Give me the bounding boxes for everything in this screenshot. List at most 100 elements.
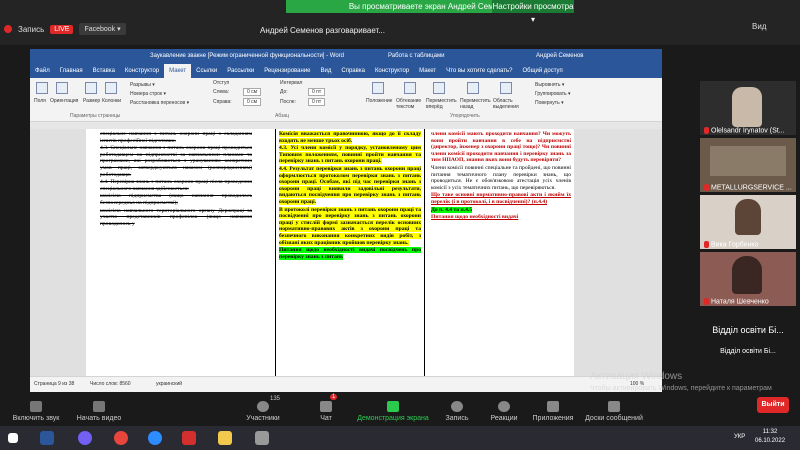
apps-button[interactable]: Приложения: [530, 392, 576, 426]
columns-icon[interactable]: [105, 82, 117, 94]
question-paragraph: члени комісії мають проходити навчання? …: [431, 131, 571, 164]
spacing-after-input[interactable]: 0 пт: [308, 98, 326, 106]
view-button[interactable]: Вид: [752, 22, 766, 31]
orientation-icon[interactable]: [56, 82, 68, 94]
indent-left-input[interactable]: 0 см: [243, 88, 262, 96]
paragraph: 4.4. Результат перевірки знань з питань …: [279, 165, 421, 205]
table-column-1[interactable]: спеціальне навчання з питань охорони пра…: [96, 129, 256, 376]
document-page[interactable]: спеціальне навчання з питань охорони пра…: [86, 129, 574, 376]
system-clock[interactable]: 11:32 06.10.2022: [755, 428, 785, 446]
word-title-bar: Заукавление звакне [Режим ограниченной ф…: [30, 49, 662, 64]
paragraph: 4.4. Перевірка знань з питань охорони пр…: [100, 179, 252, 192]
tab-table-design[interactable]: Конструктор: [370, 64, 414, 78]
record-button[interactable]: Запись: [442, 392, 472, 426]
columns-label: Колонки: [102, 98, 122, 104]
selection-pane-icon[interactable]: [500, 82, 512, 94]
active-speaker-label: Андрей Семенов разговаривает...: [260, 26, 385, 35]
size-icon[interactable]: [85, 82, 97, 94]
whiteboards-button[interactable]: Доски сообщений: [582, 392, 646, 426]
participant-name: METALLURGSERVICE ...: [711, 184, 792, 191]
breaks-button[interactable]: Разрывы ▾: [130, 82, 155, 88]
participant-name-tile[interactable]: Відділ освіти Бі...: [700, 325, 796, 335]
ribbon: Поля Ориентация Размер Колонки Разрывы ▾…: [30, 78, 662, 122]
clock-time: 11:32: [762, 429, 778, 435]
ruler[interactable]: [30, 122, 662, 129]
bring-forward-icon[interactable]: [433, 82, 445, 94]
start-video-button[interactable]: Начать видео: [72, 392, 126, 426]
tab-table-layout[interactable]: Макет: [414, 64, 441, 78]
viber-app-icon[interactable]: [78, 431, 92, 445]
margins-label: Поля: [34, 98, 46, 104]
share-button[interactable]: Общий доступ: [517, 64, 567, 78]
taskbar-app-icon[interactable]: [255, 431, 269, 445]
wrap-text-icon[interactable]: [404, 82, 416, 94]
paragraph: комісією навчального територіального орг…: [100, 207, 252, 227]
tab-file[interactable]: Файл: [30, 64, 55, 78]
whiteboard-icon: [608, 401, 620, 412]
view-options-button[interactable]: Настройки просмотра ▾: [492, 0, 574, 24]
page-counter[interactable]: Страница 9 из 38: [34, 381, 74, 387]
orientation-label: Ориентация: [50, 98, 79, 104]
spacing-before-input[interactable]: 0 пт: [308, 88, 326, 96]
word-app-icon[interactable]: [40, 431, 54, 445]
tab-mailings[interactable]: Рассылки: [222, 64, 259, 78]
live-badge[interactable]: LIVE: [50, 24, 74, 34]
paragraph: 4.3. Спеціальне навчання з питань охорон…: [100, 145, 252, 178]
margins-icon[interactable]: [36, 82, 48, 94]
align-button[interactable]: Выровнять ▾: [535, 82, 564, 88]
indent-right-input[interactable]: 0 см: [243, 98, 262, 106]
table-column-2[interactable]: Комісія вважається правочинною, якщо до …: [275, 129, 425, 376]
tab-review[interactable]: Рецензирование: [259, 64, 315, 78]
question-paragraph: Питання щодо необхідності видачі: [431, 214, 519, 221]
reactions-button[interactable]: Реакции: [486, 392, 522, 426]
paragraph: 4.3. Усі члени комісії у порядку, устано…: [279, 145, 421, 165]
participant-name-tile[interactable]: Відділ освіти Бі...: [700, 348, 796, 355]
windows-start-icon[interactable]: [8, 433, 18, 443]
zoom-app-icon[interactable]: [148, 431, 162, 445]
send-backward-label: Переместить назад: [460, 98, 491, 110]
muted-mic-icon: [704, 183, 709, 191]
participant-tile[interactable]: Наталя Шевченко: [700, 252, 796, 306]
spacing-before-label: До:: [280, 89, 288, 95]
unmute-button[interactable]: Включить звук: [6, 392, 66, 426]
tab-home[interactable]: Главная: [55, 64, 88, 78]
group-button[interactable]: Группировать ▾: [535, 91, 571, 97]
tab-references[interactable]: Ссылки: [191, 64, 222, 78]
hyphenation-button[interactable]: Расстановка переносов ▾: [130, 100, 189, 106]
reactions-icon: [498, 401, 510, 412]
tab-insert[interactable]: Вставка: [88, 64, 120, 78]
paragraph: спеціальне навчання з питань охорони пра…: [100, 131, 252, 144]
participant-tile[interactable]: METALLURGSERVICE ...: [700, 138, 796, 192]
pdf-app-icon[interactable]: [182, 431, 196, 445]
participant-avatar: [732, 87, 762, 127]
send-backward-icon[interactable]: [467, 82, 479, 94]
table-column-3[interactable]: члени комісії мають проходити навчання? …: [428, 129, 574, 376]
participants-count: 135: [270, 396, 281, 402]
tab-view[interactable]: Вид: [316, 64, 337, 78]
tab-help[interactable]: Справка: [336, 64, 370, 78]
participant-tile[interactable]: Olelsandr Irynatov (St...: [700, 81, 796, 135]
document-title: Заукавление звакне [Режим ограниченной ф…: [150, 53, 345, 59]
participant-video: [710, 146, 786, 176]
participants-icon: [257, 401, 269, 412]
input-language[interactable]: УКР: [734, 434, 745, 440]
muted-mic-icon: [704, 126, 709, 134]
leave-button[interactable]: Выйти: [757, 397, 789, 413]
position-icon[interactable]: [372, 82, 384, 94]
tab-layout[interactable]: Макет: [164, 64, 192, 78]
chrome-app-icon[interactable]: [114, 431, 128, 445]
file-explorer-icon[interactable]: [218, 431, 232, 445]
tell-me-search[interactable]: Что вы хотите сделать?: [441, 64, 517, 78]
language-indicator[interactable]: украинский: [156, 381, 182, 387]
participant-tile[interactable]: Вика Горбенко: [700, 195, 796, 249]
spacing-label: Интервал: [280, 80, 303, 86]
clock-date: 06.10.2022: [755, 438, 786, 444]
facebook-stream-button[interactable]: Facebook ▾: [79, 23, 126, 35]
rotate-button[interactable]: Повернуть ▾: [535, 100, 564, 106]
word-count[interactable]: Число слов: 8560: [90, 381, 131, 387]
arrange-group-label: Упорядочить: [450, 113, 480, 119]
share-screen-button[interactable]: Демонстрация экрана: [352, 392, 434, 426]
tab-design[interactable]: Конструктор: [120, 64, 164, 78]
line-numbers-button[interactable]: Номера строк ▾: [130, 91, 166, 97]
windows-activation-title: Активация Windows: [590, 371, 683, 382]
